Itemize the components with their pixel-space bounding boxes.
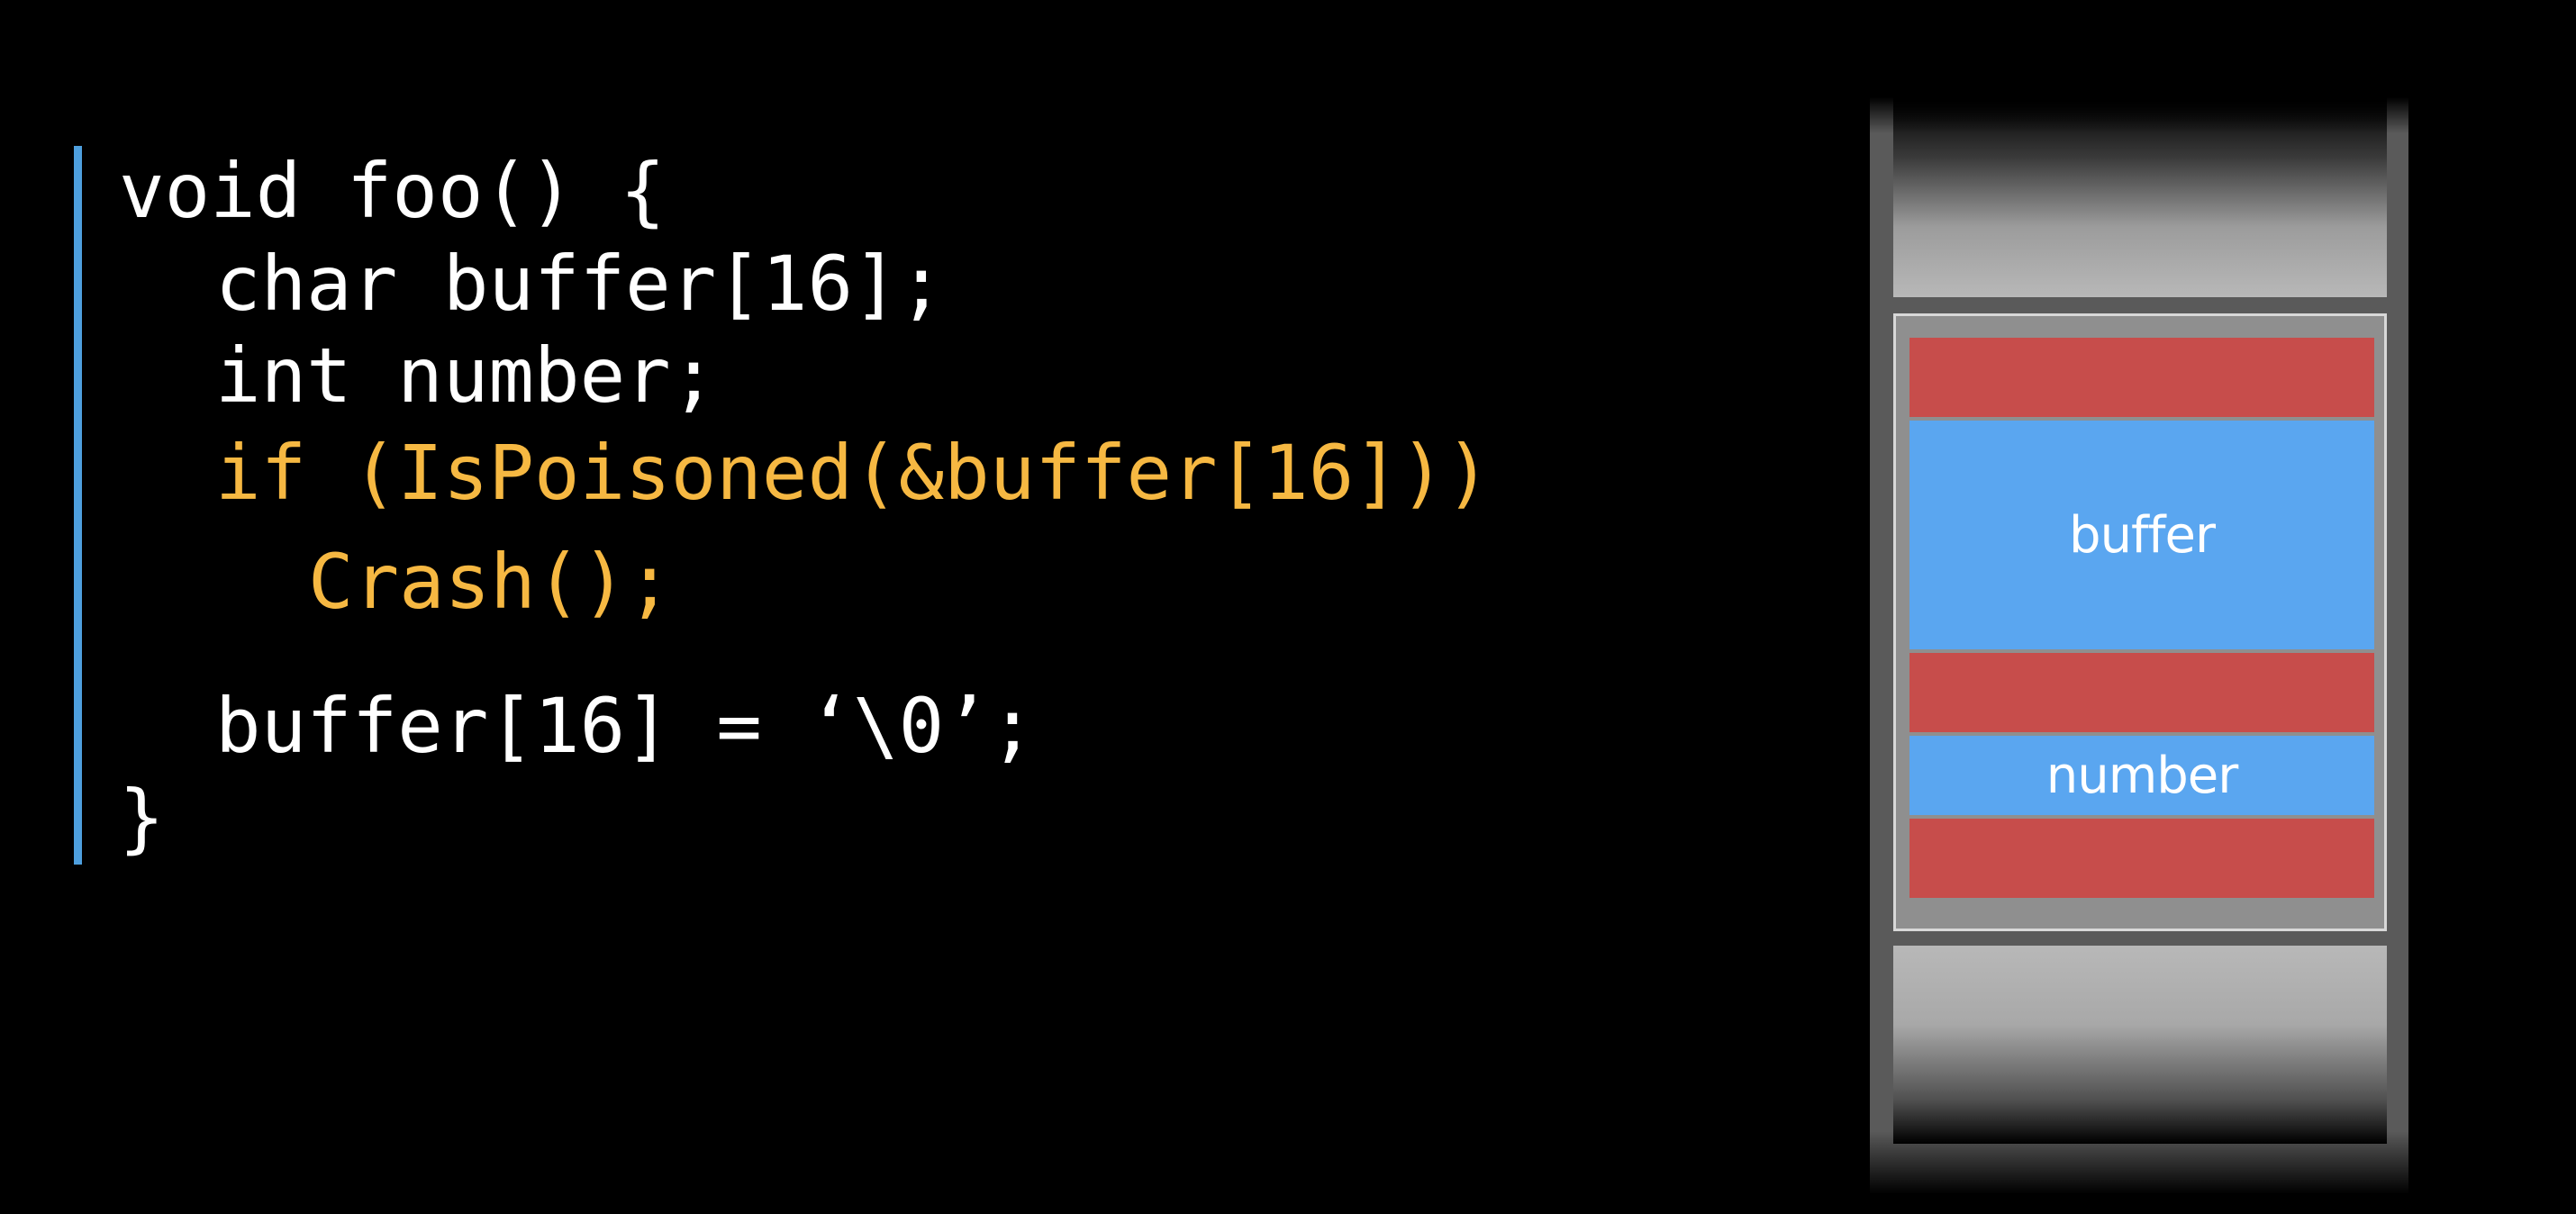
code-gutter-bar (74, 146, 82, 865)
stack-fade-top (1870, 97, 2408, 133)
stack-slot-number: number (1909, 736, 2374, 815)
code-line-closing-brace: } (119, 774, 165, 862)
code-line-buffer-declaration: char buffer[16]; (215, 240, 945, 328)
stack-memory-diagram: buffer number (1870, 97, 2408, 1194)
code-line-function-signature: void foo() { (119, 147, 666, 235)
code-block: void foo() { char buffer[16]; int number… (74, 146, 1659, 865)
code-line-crash-call: Crash(); (308, 538, 673, 626)
stack-fade-bottom (1870, 1131, 2408, 1194)
stack-region-below (1893, 946, 2387, 1144)
stack-frame: buffer number (1893, 313, 2387, 931)
stack-slot-number-label: number (2045, 746, 2239, 805)
redzone-bottom (1909, 819, 2374, 898)
stack-slot-buffer-label: buffer (2069, 505, 2216, 565)
code-line-poison-check: if (IsPoisoned(&buffer[16])) (215, 429, 1492, 517)
code-line-number-declaration: int number; (215, 331, 717, 420)
redzone-top (1909, 338, 2374, 417)
code-line-buffer-write: buffer[16] = ‘\0’; (215, 682, 1036, 770)
stack-slot-buffer: buffer (1909, 421, 2374, 649)
redzone-middle (1909, 653, 2374, 732)
